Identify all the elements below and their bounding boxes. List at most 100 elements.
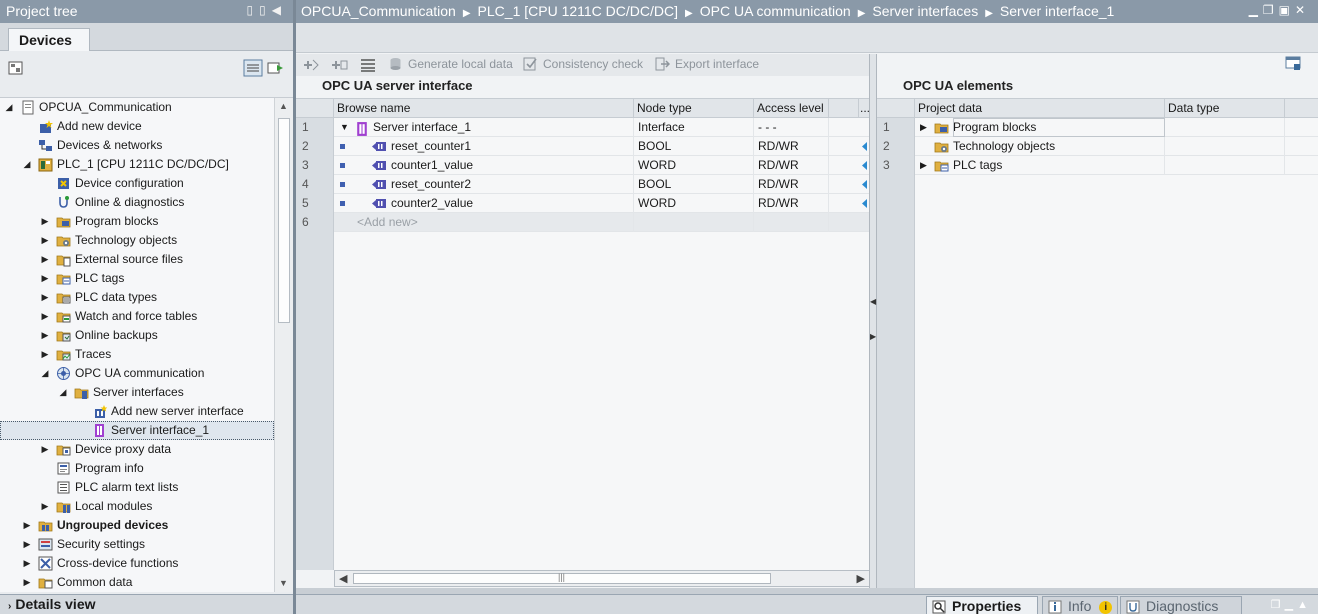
expand-arrow-icon[interactable]: ▶ <box>40 311 50 321</box>
table-row[interactable]: 5 counter2_value WORD RD/WR <box>296 194 869 213</box>
expand-arrow-icon[interactable]: ▶ <box>40 254 50 264</box>
restore-icon[interactable]: ❐ <box>1271 599 1285 611</box>
expand-arrow-icon[interactable]: ▶ <box>40 235 50 245</box>
col-more[interactable]: ... <box>859 99 869 118</box>
details-view-bar[interactable]: › Details view <box>0 594 293 614</box>
col-node-type[interactable]: Node type <box>634 99 754 118</box>
splitter-right-icon[interactable]: ▶ <box>870 332 876 341</box>
tree-item[interactable]: Online & diagnostics <box>0 193 274 212</box>
collapse-arrow-icon[interactable]: ▼ <box>340 118 349 137</box>
project-data-cell[interactable]: Program blocks <box>953 118 1165 137</box>
export-interface-button[interactable]: Export interface <box>655 57 759 71</box>
node-type-cell[interactable]: WORD <box>638 156 754 175</box>
collapse-arrow-icon[interactable]: ◢ <box>58 387 68 397</box>
tree-item[interactable]: ▶ Program blocks <box>0 212 274 231</box>
tree-item[interactable]: Add new server interface <box>0 402 274 421</box>
minimize-icon[interactable]: ▁ <box>1249 3 1263 17</box>
col-project-data[interactable]: Project data <box>915 99 1165 118</box>
tree-item[interactable]: ◢ Server interfaces <box>0 383 274 402</box>
list-view-icon[interactable] <box>359 57 377 73</box>
breadcrumb-item-server-interfaces[interactable]: Server interfaces <box>872 3 978 19</box>
tree-item[interactable]: ▶ Common data <box>0 573 274 592</box>
tree-item[interactable]: ▶ External source files <box>0 250 274 269</box>
collapse-arrow-icon[interactable]: ◢ <box>4 102 14 112</box>
project-view-icon[interactable] <box>7 60 25 76</box>
expand-arrow-icon[interactable]: ▶ <box>40 292 50 302</box>
tab-properties[interactable]: Properties <box>926 596 1038 614</box>
table-row[interactable]: 3 counter1_value WORD RD/WR <box>296 156 869 175</box>
col-browse-name[interactable]: Browse name <box>334 99 634 118</box>
tree-item[interactable]: Device configuration <box>0 174 274 193</box>
tree-item[interactable]: PLC alarm text lists <box>0 478 274 497</box>
breadcrumb-item-plc[interactable]: PLC_1 [CPU 1211C DC/DC/DC] <box>478 3 678 19</box>
tree-item[interactable]: Program info <box>0 459 274 478</box>
expand-arrow-icon[interactable]: ▶ <box>22 520 32 530</box>
tree-item[interactable]: ▶ Security settings <box>0 535 274 554</box>
close-icon[interactable]: ✕ <box>1295 3 1310 17</box>
breadcrumb-item-project[interactable]: OPCUA_Communication <box>301 3 456 19</box>
tree-item[interactable]: ▶ Device proxy data <box>0 440 274 459</box>
collapse-arrow-icon[interactable]: ◢ <box>40 368 50 378</box>
table-row[interactable]: 1 ▶ Program blocks <box>877 118 1318 137</box>
expand-arrow-icon[interactable]: ▶ <box>40 501 50 511</box>
tree-item[interactable]: ▶ Online backups <box>0 326 274 345</box>
scroll-right-icon[interactable]: ▶ <box>857 572 865 585</box>
splitter-left-icon[interactable]: ◀ <box>870 297 876 306</box>
expand-arrow-icon[interactable]: ▶ <box>40 273 50 283</box>
tree-item[interactable]: ▶ Local modules <box>0 497 274 516</box>
browse-name-cell[interactable]: counter1_value <box>391 156 634 175</box>
browse-name-cell[interactable]: reset_counter2 <box>391 175 634 194</box>
project-data-cell[interactable]: PLC tags <box>953 156 1165 175</box>
tree-item[interactable]: Devices & networks <box>0 136 274 155</box>
tree-item[interactable]: ▶ Ungrouped devices <box>0 516 274 535</box>
node-type-cell[interactable]: BOOL <box>638 175 754 194</box>
collapse-panel-icon[interactable]: ◀ <box>272 3 287 17</box>
table-row[interactable]: 1 ▼ Server interface_1 Interface - - - <box>296 118 869 137</box>
expand-arrow-icon[interactable]: ▶ <box>40 349 50 359</box>
table-row[interactable]: 4 reset_counter2 BOOL RD/WR <box>296 175 869 194</box>
tree-item[interactable]: Server interface_1 <box>0 421 274 440</box>
browse-name-cell[interactable]: Server interface_1 <box>373 118 634 137</box>
elements-settings-icon[interactable] <box>1285 56 1301 71</box>
node-type-cell[interactable]: WORD <box>638 194 754 213</box>
node-type-cell[interactable] <box>638 213 754 232</box>
tree-item[interactable]: ▶ PLC tags <box>0 269 274 288</box>
minimize-icon[interactable]: ▁ <box>1285 599 1297 611</box>
table-row[interactable]: 3 ▶ PLC tags <box>877 156 1318 175</box>
add-node-icon[interactable] <box>302 57 320 73</box>
node-type-cell[interactable]: BOOL <box>638 137 754 156</box>
detail-view-icon[interactable] <box>243 59 263 77</box>
access-level-cell[interactable]: RD/WR <box>758 194 829 213</box>
table-row[interactable]: 2 reset_counter1 BOOL RD/WR <box>296 137 869 156</box>
access-level-cell[interactable]: - - - <box>758 118 829 137</box>
tab-info[interactable]: Info i <box>1042 596 1118 614</box>
expand-arrow-icon[interactable]: ▶ <box>22 577 32 587</box>
scroll-left-icon[interactable]: ◀ <box>339 572 347 585</box>
expand-arrow-icon[interactable]: ▶ <box>22 558 32 568</box>
access-level-cell[interactable]: RD/WR <box>758 175 829 194</box>
breadcrumb-item-current[interactable]: Server interface_1 <box>1000 3 1114 19</box>
expand-arrow-icon[interactable]: ▶ <box>40 330 50 340</box>
breadcrumb-item-opcua[interactable]: OPC UA communication <box>700 3 851 19</box>
tab-diagnostics[interactable]: Diagnostics <box>1120 596 1242 614</box>
browse-name-cell[interactable]: counter2_value <box>391 194 634 213</box>
maximize-icon[interactable]: ▣ <box>1279 3 1295 17</box>
browse-name-cell[interactable]: reset_counter1 <box>391 137 634 156</box>
expand-arrow-icon[interactable]: ▶ <box>920 118 927 137</box>
server-interface-hscrollbar[interactable]: ◀ ||| ▶ <box>334 570 870 587</box>
hscroll-thumb[interactable]: ||| <box>353 572 771 584</box>
add-new-cell[interactable]: <Add new> <box>357 213 634 232</box>
collapse-arrow-icon[interactable]: ◢ <box>22 159 32 169</box>
node-type-cell[interactable]: Interface <box>638 118 754 137</box>
tree-item[interactable]: ▶ PLC data types <box>0 288 274 307</box>
tree-item[interactable]: ▶ Watch and force tables <box>0 307 274 326</box>
expand-arrow-icon[interactable]: ▶ <box>22 539 32 549</box>
add-folder-node-icon[interactable] <box>330 57 348 73</box>
restore-icon[interactable]: ❐ <box>1263 3 1279 17</box>
tree-item[interactable]: ▶ Technology objects <box>0 231 274 250</box>
tree-item[interactable]: Add new device <box>0 117 274 136</box>
col-access-level[interactable]: Access level <box>754 99 829 118</box>
expand-icon[interactable]: ▲ <box>1297 599 1312 611</box>
tab-devices[interactable]: Devices <box>8 28 90 52</box>
tree-item[interactable]: ◢ OPCUA_Communication <box>0 98 274 117</box>
